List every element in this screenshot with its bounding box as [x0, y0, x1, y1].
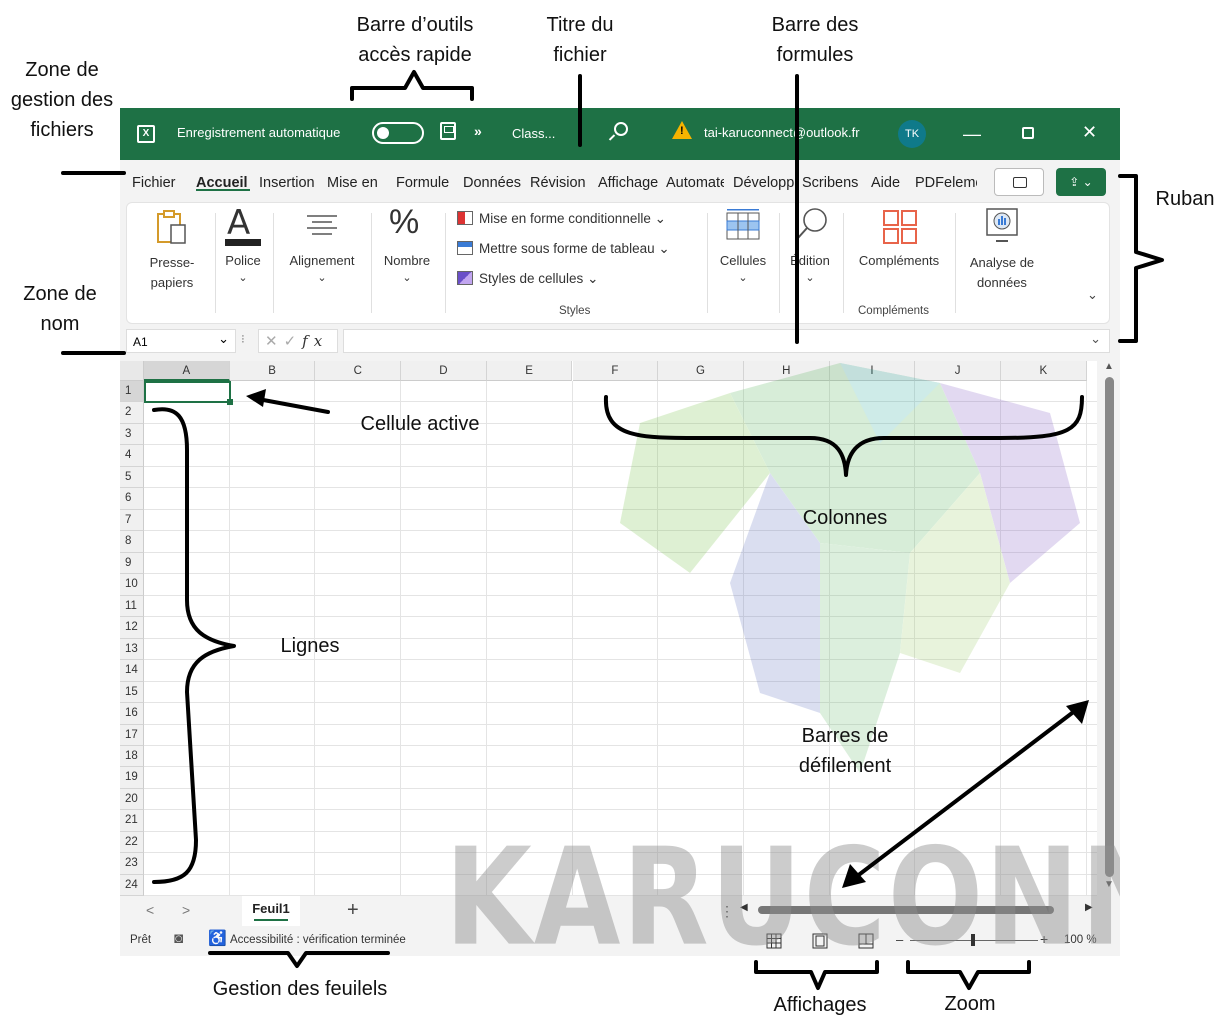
annotation-ribbon: Ruban	[1155, 188, 1215, 210]
views-bracket	[754, 960, 879, 990]
annotation-title: Titre du fichier	[546, 14, 614, 66]
annotation-overlay	[61, 70, 1164, 990]
zoom-bracket	[906, 960, 1031, 990]
annotation-sheets: Gestion des feuilels	[212, 978, 388, 1000]
annotation-file-zone: Zone de gestion des fichiers	[10, 59, 114, 141]
annotation-zoom: Zoom	[944, 993, 996, 1015]
annotation-qat: Barre d’outils accès rapide	[356, 14, 474, 66]
annotation-name-zone: Zone de nom	[23, 283, 97, 335]
scrollbars-arrowhead-top	[1066, 700, 1089, 724]
rows-brace	[152, 407, 236, 884]
annotation-rows: Lignes	[280, 635, 340, 657]
qat-bracket	[350, 70, 474, 101]
annotation-scrollbars: Barres de défilement	[798, 725, 892, 777]
scrollbars-arrowhead-bottom	[842, 864, 866, 888]
annotation-views: Affichages	[773, 994, 867, 1016]
annotation-columns: Colonnes	[802, 507, 888, 529]
annotation-formula-bar: Barre des formules	[771, 14, 859, 66]
annotation-active-cell: Cellule active	[360, 413, 480, 435]
sheets-bracket	[208, 951, 390, 968]
columns-brace	[603, 395, 1084, 477]
active-cell-arrowhead	[246, 389, 266, 407]
active-cell-pointer	[256, 397, 330, 414]
